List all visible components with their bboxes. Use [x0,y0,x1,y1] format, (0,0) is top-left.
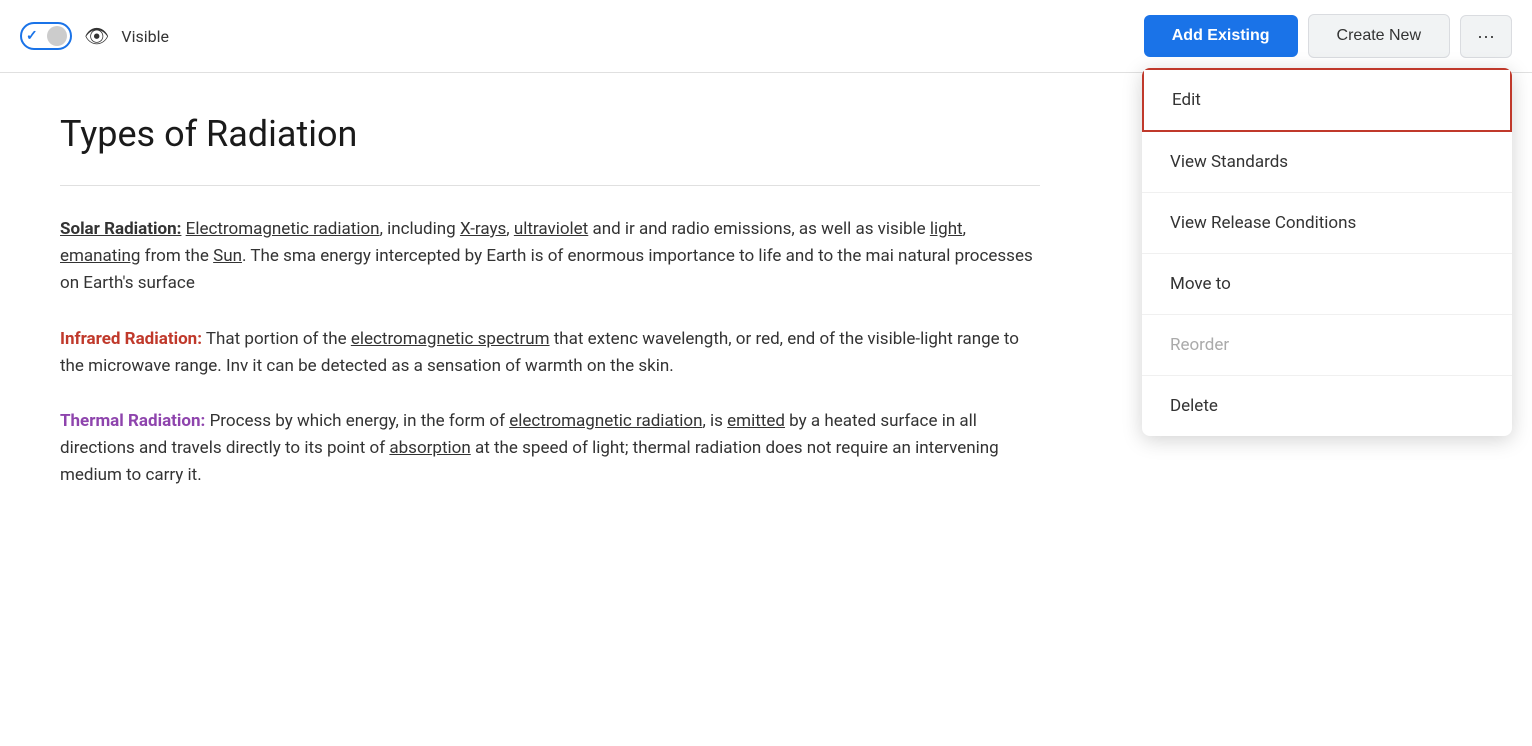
dropdown-item-move-to[interactable]: Move to [1142,254,1512,315]
toolbar: ✓ 👁 Visible Add Existing Create New ··· [0,0,1532,73]
toggle-switch[interactable]: ✓ [20,22,72,50]
ellipsis-icon: ··· [1477,26,1495,46]
solar-radiation-section: Solar Radiation: Electromagnetic radiati… [60,216,1040,298]
thermal-radiation-section: Thermal Radiation: Process by which ener… [60,408,1040,490]
dropdown-item-reorder: Reorder [1142,315,1512,376]
thermal-radiation-label: Thermal Radiation: [60,411,205,431]
toggle-circle [47,26,67,46]
infrared-radiation-section: Infrared Radiation: That portion of the … [60,326,1040,380]
absorption-link[interactable]: absorption [389,438,470,458]
dropdown-item-view-release-conditions[interactable]: View Release Conditions [1142,193,1512,254]
emitted-link[interactable]: emitted [727,411,785,431]
view-release-conditions-label: View Release Conditions [1170,213,1356,233]
electromagnetic-radiation-link[interactable]: Electromagnetic radiation [186,219,380,239]
dropdown-item-view-standards[interactable]: View Standards [1142,132,1512,193]
dropdown-item-delete[interactable]: Delete [1142,376,1512,436]
dropdown-menu: Edit View Standards View Release Conditi… [1142,68,1512,436]
em-radiation-link[interactable]: electromagnetic radiation [509,411,702,431]
infrared-radiation-text: That portion of the electromagnetic spec… [60,329,1019,376]
reorder-label: Reorder [1170,335,1229,355]
more-options-button[interactable]: ··· [1460,15,1512,58]
ultraviolet-link[interactable]: ultraviolet [514,219,588,239]
edit-label: Edit [1172,90,1201,110]
light-link[interactable]: light [930,219,963,239]
xrays-link[interactable]: X-rays [460,219,506,239]
create-new-button[interactable]: Create New [1308,14,1450,58]
visibility-toggle[interactable]: ✓ [20,22,72,50]
dropdown-item-edit[interactable]: Edit [1142,68,1512,132]
eye-icon: 👁 [84,24,109,48]
toolbar-left: ✓ 👁 Visible [20,22,169,50]
view-standards-label: View Standards [1170,152,1288,172]
page-title: Types of Radiation [60,113,1040,155]
visible-label: Visible [121,27,169,46]
emanating-link[interactable]: emanating [60,246,140,266]
checkmark-icon: ✓ [26,28,38,44]
em-spectrum-link[interactable]: electromagnetic spectrum [351,329,550,349]
content-divider [60,185,1040,186]
sun-link[interactable]: Sun [213,246,242,266]
add-existing-button[interactable]: Add Existing [1144,15,1298,57]
main-content: Types of Radiation Solar Radiation: Elec… [0,73,1100,558]
infrared-radiation-label: Infrared Radiation: [60,329,202,349]
toolbar-right: Add Existing Create New ··· [1144,14,1512,58]
solar-radiation-label: Solar Radiation: [60,219,181,239]
delete-label: Delete [1170,396,1218,416]
move-to-label: Move to [1170,274,1231,294]
solar-radiation-text: Electromagnetic radiation, including X-r… [60,219,1033,293]
